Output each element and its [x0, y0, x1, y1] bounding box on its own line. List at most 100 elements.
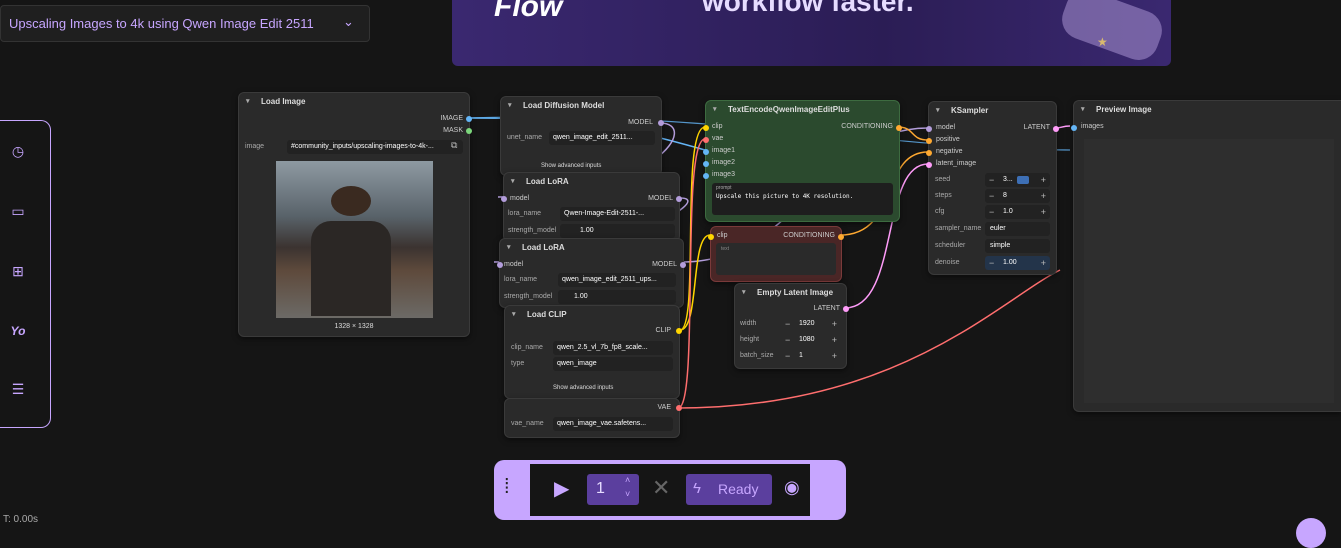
seed-stepper[interactable]: −3... +	[985, 173, 1050, 187]
run-icon[interactable]: ▶	[554, 476, 569, 501]
strength-model-stepper[interactable]: 1.00	[558, 290, 676, 304]
collapse-icon[interactable]: ▾	[508, 97, 512, 115]
output-mask[interactable]: MASK	[443, 127, 463, 134]
output-latent[interactable]: LATENT	[814, 305, 840, 312]
output-dot[interactable]	[843, 306, 849, 312]
output-dot[interactable]	[896, 125, 902, 131]
upload-icon[interactable]: ⧉	[451, 140, 457, 151]
input-dot[interactable]	[926, 162, 932, 168]
collapse-icon[interactable]: ▾	[511, 173, 515, 191]
input-images[interactable]: images	[1081, 123, 1104, 130]
node-load-lora-2[interactable]: ▾ Load LoRA model MODEL lora_name qwen_im…	[497, 238, 686, 308]
input-dot[interactable]	[926, 150, 932, 156]
collapse-icon[interactable]: ▾	[936, 102, 940, 120]
output-conditioning[interactable]: CONDITIONING	[841, 123, 893, 130]
sampler-name-select[interactable]: euler	[985, 222, 1050, 236]
input-model[interactable]: model	[504, 261, 523, 268]
collapse-icon[interactable]: ▾	[742, 284, 746, 302]
input-dot[interactable]	[708, 234, 714, 240]
input-clip[interactable]: clip	[712, 123, 723, 130]
seed-control-toggle[interactable]	[1017, 176, 1029, 184]
clip-name-select[interactable]: qwen_2.5_vl_7b_fp8_scale...	[553, 341, 673, 355]
output-dot[interactable]	[676, 405, 682, 411]
decrement-icon[interactable]: ˅	[625, 489, 630, 499]
steps-stepper[interactable]: −8 +	[985, 189, 1050, 203]
lora-name-select[interactable]: qwen_image_edit_2511_ups...	[558, 273, 676, 287]
output-model[interactable]: MODEL	[652, 261, 677, 268]
promo-banner[interactable]: Flow workflow faster. ★	[452, 0, 1171, 66]
collapse-icon[interactable]: ▾	[507, 239, 511, 257]
input-dot[interactable]	[497, 262, 503, 268]
increment-icon[interactable]: ˄	[625, 475, 630, 485]
collapse-icon[interactable]: ▾	[512, 306, 516, 324]
node-load-vae[interactable]: VAE vae_name qwen_image_vae.safetens...	[504, 398, 682, 438]
status-button[interactable]: ϟ Ready	[686, 474, 772, 505]
input-vae[interactable]: vae	[712, 135, 723, 142]
cancel-icon[interactable]: ✕	[652, 475, 670, 501]
input-dot[interactable]	[703, 125, 709, 131]
width-stepper[interactable]: −1920 +	[781, 317, 841, 331]
output-dot[interactable]	[658, 120, 664, 126]
output-dot[interactable]	[838, 234, 844, 240]
output-image[interactable]: IMAGE	[440, 115, 463, 122]
input-model[interactable]: model	[936, 124, 955, 131]
collapse-icon[interactable]: ▾	[246, 93, 250, 111]
node-preview-image[interactable]: ▾ Preview Image images	[1071, 100, 1341, 412]
collapse-icon[interactable]: ▾	[713, 101, 717, 119]
input-clip[interactable]: clip	[717, 232, 728, 239]
batch-size-stepper[interactable]: −1 +	[781, 349, 841, 363]
input-dot[interactable]	[926, 138, 932, 144]
input-image1[interactable]: image1	[712, 147, 735, 154]
workflow-title-bar[interactable]: Upscaling Images to 4k using Qwen Image …	[0, 5, 370, 42]
node-load-image[interactable]: ▾ Load Image IMAGE MASK image #community_…	[238, 92, 472, 337]
batch-count-input[interactable]: 1 ˄ ˅	[587, 474, 639, 505]
output-dot[interactable]	[1053, 126, 1059, 132]
input-dot[interactable]	[501, 196, 507, 202]
input-dot[interactable]	[703, 137, 709, 143]
output-latent[interactable]: LATENT	[1024, 124, 1050, 131]
show-advanced-inputs[interactable]: Show advanced inputs	[541, 163, 601, 169]
sliders-icon[interactable]: ☰	[8, 379, 28, 399]
text-textarea[interactable]: text	[716, 243, 836, 275]
type-select[interactable]: qwen_image	[553, 357, 673, 371]
input-model[interactable]: model	[510, 195, 529, 202]
cfg-stepper[interactable]: −1.0 +	[985, 205, 1050, 219]
scheduler-select[interactable]: simple	[985, 239, 1050, 253]
clock-icon[interactable]: ◷	[8, 141, 28, 161]
output-conditioning[interactable]: CONDITIONING	[783, 232, 835, 239]
input-positive[interactable]: positive	[936, 136, 960, 143]
drag-handle-icon[interactable]: ⁞	[504, 476, 510, 499]
input-dot[interactable]	[1071, 125, 1077, 131]
collapse-icon[interactable]: ▾	[1081, 101, 1085, 119]
output-dot[interactable]	[466, 128, 472, 134]
output-model[interactable]: MODEL	[648, 195, 673, 202]
unet-name-select[interactable]: qwen_image_edit_2511...	[549, 131, 655, 145]
output-dot[interactable]	[676, 328, 682, 334]
height-stepper[interactable]: −1080 +	[781, 333, 841, 347]
input-negative[interactable]: negative	[936, 148, 962, 155]
prompt-textarea[interactable]: prompt Upscale this picture to 4K resolu…	[712, 183, 893, 215]
vae-name-select[interactable]: qwen_image_vae.safetens...	[553, 417, 673, 431]
strength-model-stepper[interactable]: 1.00	[560, 224, 675, 238]
eye-icon[interactable]: ◉	[784, 477, 800, 498]
node-load-clip[interactable]: ▾ Load CLIP CLIP clip_name qwen_2.5_vl_7b…	[504, 305, 682, 399]
folder-icon[interactable]: ▭	[8, 201, 28, 221]
input-latent-image[interactable]: latent_image	[936, 160, 976, 167]
output-clip[interactable]: CLIP	[655, 327, 671, 334]
denoise-stepper[interactable]: −1.00 +	[985, 256, 1050, 270]
output-dot[interactable]	[680, 262, 686, 268]
output-dot[interactable]	[676, 196, 682, 202]
show-advanced-inputs[interactable]: Show advanced inputs	[553, 385, 613, 391]
chevron-down-icon[interactable]: ⌄	[343, 14, 354, 30]
lora-name-select[interactable]: Qwen-Image-Edit-2511-...	[560, 207, 675, 221]
help-button[interactable]	[1296, 518, 1326, 548]
node-text-encode[interactable]: ▾ TextEncodeQwenImageEditPlus clip vae im…	[703, 100, 902, 222]
input-dot[interactable]	[703, 173, 709, 179]
input-image3[interactable]: image3	[712, 171, 735, 178]
workflow-icon[interactable]: ⊞	[8, 261, 28, 281]
node-ksampler[interactable]: ▾ KSampler LATENT model positive negative…	[926, 101, 1059, 275]
node-load-lora-1[interactable]: ▾ Load LoRA model MODEL lora_name Qwen-Im…	[501, 172, 682, 242]
node-empty-latent-image[interactable]: ▾ Empty Latent Image LATENT width −1920 + …	[734, 283, 849, 369]
input-dot[interactable]	[926, 126, 932, 132]
output-vae[interactable]: VAE	[658, 404, 672, 411]
